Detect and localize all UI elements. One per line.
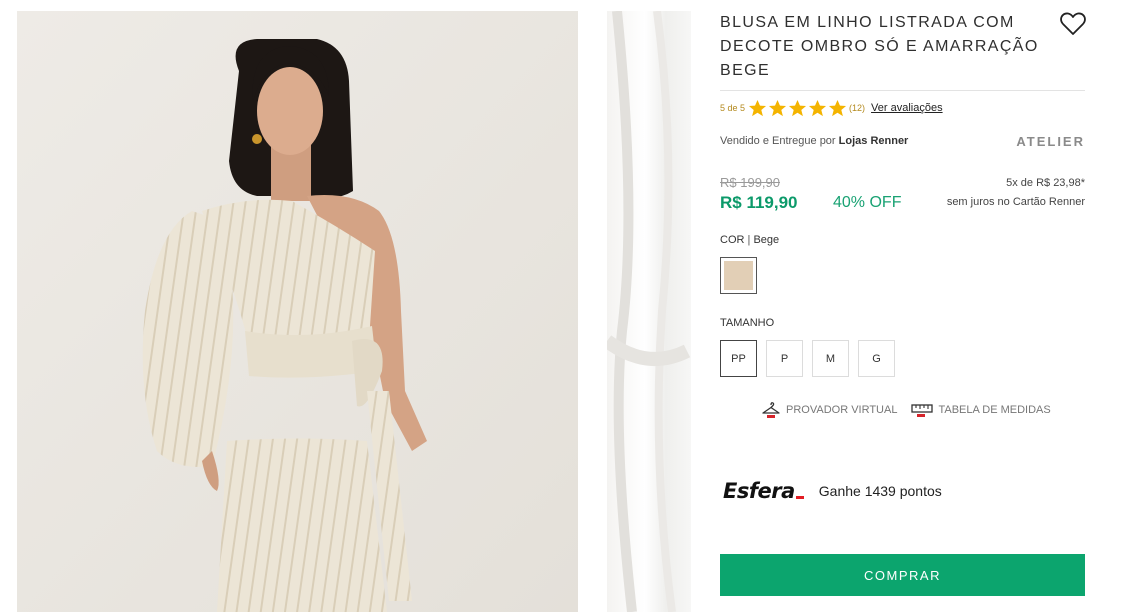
rating-summary: 5 de 5 (12) Ver avaliações bbox=[720, 97, 943, 119]
esfera-logo-text: Esfera bbox=[723, 479, 795, 503]
original-price: R$ 199,90 bbox=[720, 175, 780, 190]
virtual-fitting-label: PROVADOR VIRTUAL bbox=[786, 404, 898, 416]
size-options: PP P M G bbox=[720, 340, 895, 377]
product-main-image[interactable] bbox=[17, 11, 578, 612]
color-separator: | bbox=[747, 234, 751, 246]
reviews-count: (12) bbox=[849, 103, 866, 113]
rating-score-text: 5 de 5 bbox=[720, 103, 746, 113]
size-label: TAMANHO bbox=[720, 317, 775, 329]
rating-stars bbox=[748, 99, 847, 118]
color-label: COR | Bege bbox=[720, 234, 779, 246]
buy-button[interactable]: COMPRAR bbox=[720, 554, 1085, 596]
color-selected-name: Bege bbox=[753, 234, 780, 246]
product-info-panel: BLUSA EM LINHO LISTRADA COM DECOTE OMBRO… bbox=[720, 11, 1087, 596]
color-label-title: COR bbox=[720, 234, 745, 246]
size-option-g[interactable]: G bbox=[858, 340, 895, 377]
installments-note: sem juros no Cartão Renner bbox=[946, 196, 1085, 208]
size-chart-label: TABELA DE MEDIDAS bbox=[938, 404, 1051, 416]
loyalty-points-text: Ganhe 1439 pontos bbox=[818, 483, 942, 499]
product-secondary-image[interactable] bbox=[607, 11, 691, 612]
fit-tools: PROVADOR VIRTUAL TABELA DE MEDIDAS bbox=[761, 400, 1051, 420]
star-icon bbox=[768, 99, 787, 116]
size-option-pp[interactable]: PP bbox=[720, 340, 757, 377]
virtual-fitting-button[interactable]: PROVADOR VIRTUAL bbox=[761, 400, 897, 420]
esfera-logo-dash bbox=[795, 496, 804, 499]
star-icon bbox=[808, 99, 827, 116]
color-swatch-bege[interactable] bbox=[720, 257, 757, 294]
measuring-tape-icon bbox=[911, 404, 934, 417]
size-option-p[interactable]: P bbox=[766, 340, 803, 377]
seller-info: Vendido e Entregue por Lojas Renner bbox=[720, 135, 908, 147]
seller-name: Lojas Renner bbox=[838, 135, 909, 147]
star-icon bbox=[748, 99, 767, 116]
size-option-m[interactable]: M bbox=[812, 340, 849, 377]
star-icon bbox=[788, 99, 807, 116]
title-divider bbox=[720, 90, 1085, 91]
product-gallery bbox=[17, 11, 691, 612]
star-icon bbox=[828, 99, 847, 116]
installments-value: 5x de R$ 23,98* bbox=[1006, 177, 1085, 189]
model-photo-illustration bbox=[17, 11, 578, 612]
heart-icon[interactable] bbox=[1059, 11, 1087, 37]
fabric-detail-illustration bbox=[607, 11, 691, 612]
hanger-icon bbox=[762, 402, 780, 418]
see-reviews-link[interactable]: Ver avaliações bbox=[871, 102, 943, 114]
seller-prefix: Vendido e Entregue por bbox=[720, 135, 836, 147]
color-swatch-fill bbox=[724, 261, 753, 290]
current-price: R$ 119,90 bbox=[720, 193, 798, 212]
loyalty-points: Esfera Ganhe 1439 pontos bbox=[723, 479, 942, 503]
brand-label[interactable]: ATELIER bbox=[1016, 134, 1085, 149]
product-title: BLUSA EM LINHO LISTRADA COM DECOTE OMBRO… bbox=[720, 14, 1039, 79]
esfera-logo: Esfera bbox=[723, 479, 804, 503]
discount-badge: 40% OFF bbox=[833, 194, 902, 211]
size-chart-button[interactable]: TABELA DE MEDIDAS bbox=[911, 400, 1051, 420]
